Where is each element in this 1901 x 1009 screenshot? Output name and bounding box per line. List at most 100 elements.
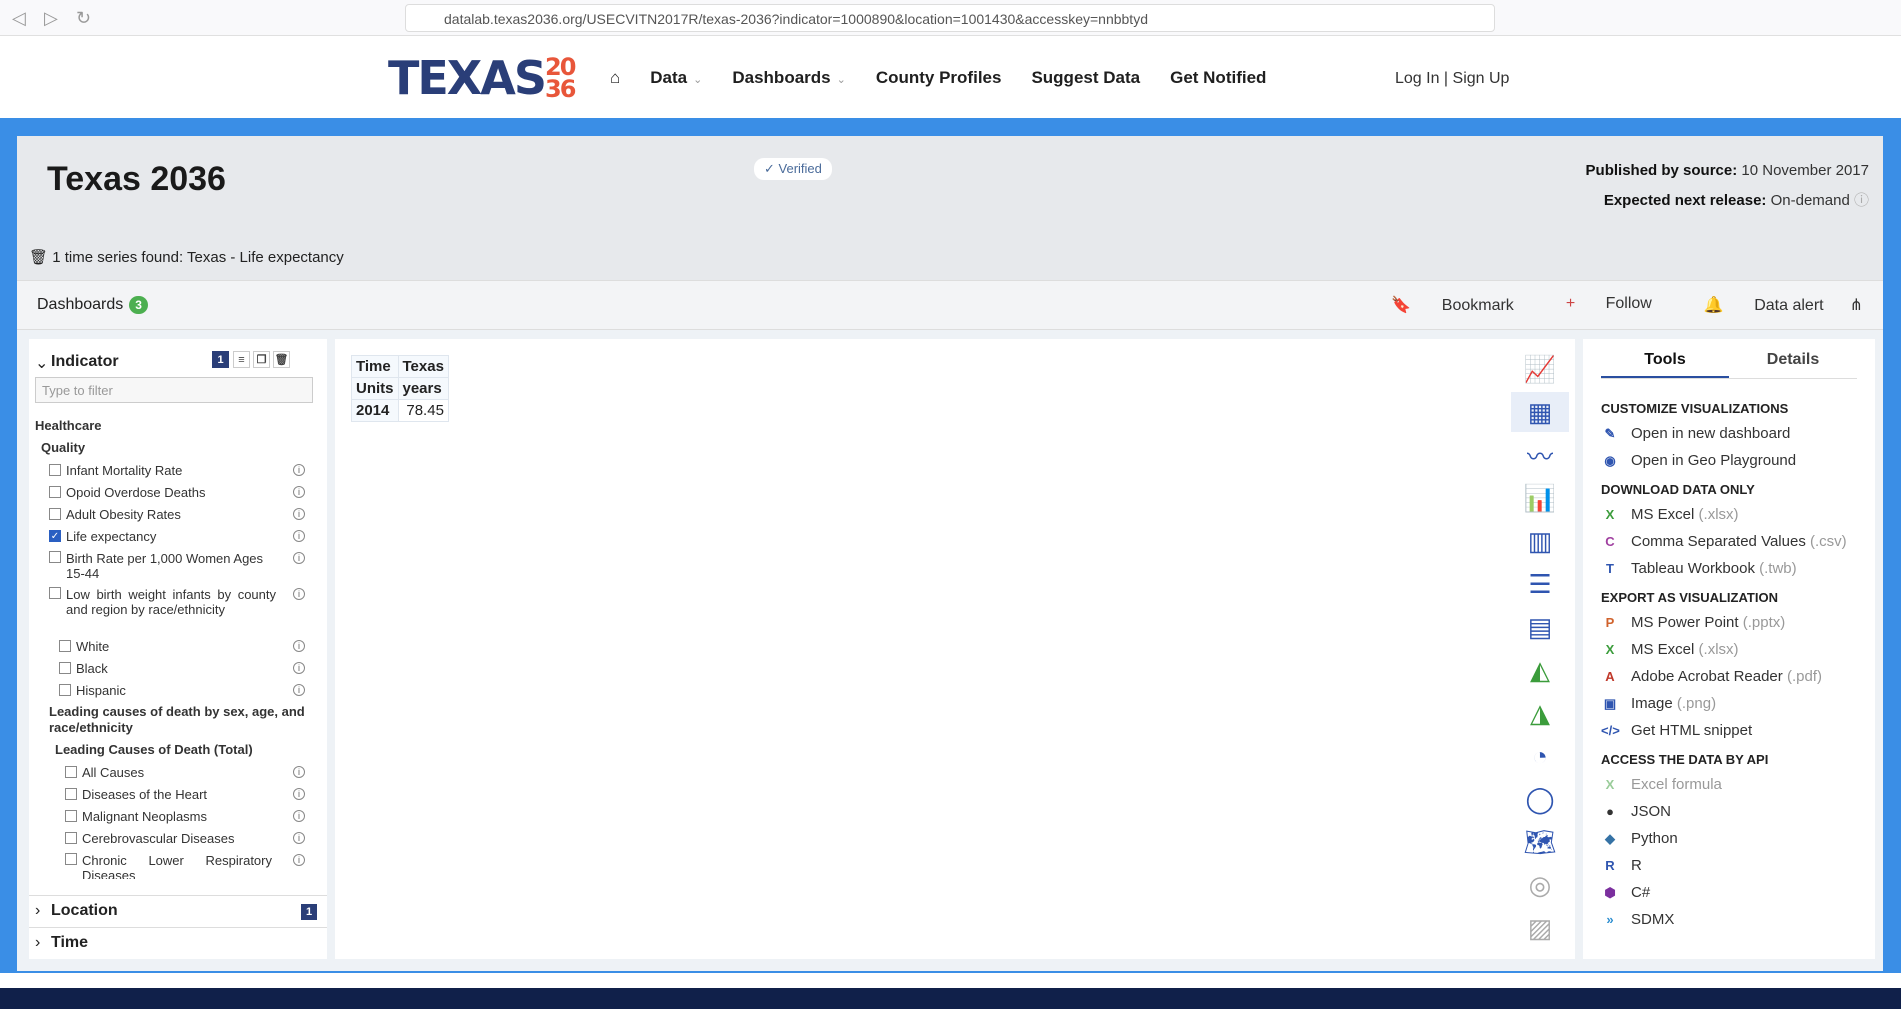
list-item[interactable]: All Causes i <box>35 761 305 783</box>
stacked-bar-icon[interactable]: ▤ <box>1511 607 1569 647</box>
copy-icon[interactable]: ❐ <box>253 351 270 368</box>
list-icon[interactable]: ≡ <box>233 351 250 368</box>
download-xlsx[interactable]: X MS Excel (.xlsx) <box>1601 501 1857 528</box>
donut-chart-icon[interactable]: ◯ <box>1511 779 1569 819</box>
series-found: 🗑 1 time series found: Texas - Life expe… <box>29 249 344 266</box>
list-item[interactable]: Adult Obesity Rates i <box>35 503 305 525</box>
logo[interactable]: TEXAS2036 <box>388 52 579 104</box>
bubble-chart-icon[interactable]: ◎ <box>1511 865 1569 905</box>
info-icon: ⓘ <box>1853 192 1869 209</box>
info-icon: i <box>293 588 305 600</box>
stacked-area-icon[interactable]: ◮ <box>1511 693 1569 733</box>
dashboard-icon: ✎ <box>1604 426 1616 441</box>
list-item[interactable]: Infant Mortality Rate i <box>35 459 305 481</box>
indicator-count: 1 <box>212 351 229 368</box>
share-icon[interactable]: ⋔ <box>1850 295 1863 315</box>
list-item[interactable]: Diseases of the Heart i <box>35 783 305 805</box>
nav-data[interactable]: Data ⌄ <box>650 68 702 88</box>
horizontal-bar-icon[interactable]: ☰ <box>1511 564 1569 604</box>
nav-get-notified[interactable]: Get Notified <box>1170 68 1266 88</box>
filter-input[interactable]: Type to filter <box>35 377 313 403</box>
follow-button[interactable]: + Follow <box>1540 295 1652 315</box>
area-chart-icon[interactable]: ◭ <box>1511 650 1569 690</box>
excel-icon: X <box>1605 777 1615 792</box>
dashboards-toggle[interactable]: Dashboards 3 <box>37 296 148 314</box>
data-view: Time Texas Units years 2014 78.45 📈 ▦ 〰 📊 ▥… <box>335 339 1575 959</box>
list-item[interactable]: Cerebrovascular Diseases i <box>35 827 305 849</box>
data-alert-button[interactable]: 🔔 Data alert <box>1678 295 1824 315</box>
back-icon[interactable]: ◁ <box>12 8 26 29</box>
bar-chart-icon[interactable]: 📊 <box>1511 478 1569 518</box>
login-signup[interactable]: Log In | Sign Up <box>1395 70 1509 88</box>
checkbox <box>65 853 77 865</box>
data-table: Time Texas Units years 2014 78.45 <box>351 355 449 422</box>
get-html-snippet[interactable]: </> Get HTML snippet <box>1601 717 1857 744</box>
section-export: EXPORT AS VISUALIZATION <box>1601 590 1778 605</box>
list-item[interactable]: Opoid Overdose Deaths i <box>35 481 305 503</box>
dashboards-count: 3 <box>129 296 148 314</box>
list-item[interactable]: Low birth weight infants by county and r… <box>35 583 305 635</box>
tab-tools[interactable]: Tools <box>1601 339 1729 378</box>
home-icon[interactable]: ⌂ <box>610 68 620 88</box>
download-twb[interactable]: T Tableau Workbook (.twb) <box>1601 555 1857 582</box>
list-item[interactable]: White i <box>35 635 305 657</box>
list-item-selected[interactable]: ✓ Life expectancy i <box>35 525 305 547</box>
list-item[interactable]: Malignant Neoplasms i <box>35 805 305 827</box>
nav-suggest-data[interactable]: Suggest Data <box>1031 68 1140 88</box>
table-icon[interactable]: ▦ <box>1511 392 1569 432</box>
export-pptx[interactable]: P MS Power Point (.pptx) <box>1601 609 1857 636</box>
line-chart-icon[interactable]: 📈 <box>1511 349 1569 389</box>
info-icon: i <box>293 486 305 498</box>
location-section[interactable]: › Location 1 <box>29 895 327 925</box>
main-panel: Texas 2036 ✓ Verified Published by sourc… <box>17 136 1883 971</box>
info-icon: i <box>293 662 305 674</box>
checkbox <box>49 486 61 498</box>
api-sdmx[interactable]: » SDMX <box>1601 906 1857 933</box>
download-csv[interactable]: C Comma Separated Values (.csv) <box>1601 528 1857 555</box>
export-pdf[interactable]: A Adobe Acrobat Reader (.pdf) <box>1601 663 1857 690</box>
time-section[interactable]: › Time <box>29 927 327 957</box>
indicator-tree: Healthcare Quality Infant Mortality Rate… <box>35 415 305 879</box>
treemap-icon[interactable]: ▨ <box>1511 908 1569 948</box>
tab-details[interactable]: Details <box>1729 339 1857 378</box>
export-xlsx[interactable]: X MS Excel (.xlsx) <box>1601 636 1857 663</box>
open-geo-playground[interactable]: ◉ Open in Geo Playground <box>1601 447 1857 474</box>
nav-county-profiles[interactable]: County Profiles <box>876 68 1002 88</box>
indicator-header[interactable]: ⌄ Indicator 1 ≡ ❐ 🗑 <box>29 339 327 377</box>
list-item[interactable]: Birth Rate per 1,000 Women Ages 15-44 i <box>35 547 305 583</box>
reload-icon[interactable]: ↻ <box>76 8 91 29</box>
tools-tabs: Tools Details <box>1601 339 1857 379</box>
group-healthcare: Healthcare <box>35 418 102 433</box>
forward-icon[interactable]: ▷ <box>44 8 58 29</box>
multi-line-chart-icon[interactable]: 〰 <box>1511 435 1569 475</box>
api-r[interactable]: RR <box>1601 852 1857 879</box>
pie-chart-icon[interactable]: ◔ <box>1511 736 1569 776</box>
checkbox <box>65 832 77 844</box>
bookmark-button[interactable]: 🔖 Bookmark <box>1365 295 1513 315</box>
dataset-header: Texas 2036 ✓ Verified Published by sourc… <box>17 136 1883 280</box>
map-icon[interactable]: 🗺 <box>1511 822 1569 862</box>
trash-icon[interactable]: 🗑 <box>273 351 290 368</box>
trash-icon: 🗑 <box>29 249 49 266</box>
api-csharp[interactable]: ⬢ C# <box>1601 879 1857 906</box>
open-new-dashboard[interactable]: ✎ Open in new dashboard <box>1601 420 1857 447</box>
list-item[interactable]: Black i <box>35 657 305 679</box>
tableau-icon: T <box>1606 561 1614 576</box>
url-bar[interactable]: datalab.texas2036.org/USECVITN2017R/texa… <box>405 4 1495 32</box>
map-pin-icon: ◉ <box>1604 453 1616 468</box>
info-icon: i <box>293 766 305 778</box>
excel-icon: X <box>1605 642 1615 657</box>
indicator-panel: ⌄ Indicator 1 ≡ ❐ 🗑 Type to filter Healt… <box>29 339 327 959</box>
nav-dashboards[interactable]: Dashboards ⌄ <box>732 68 845 88</box>
list-item[interactable]: Chronic Lower Respiratory Diseases i <box>35 849 305 879</box>
api-python[interactable]: ◆ Python <box>1601 825 1857 852</box>
api-json[interactable]: ● JSON <box>1601 798 1857 825</box>
info-icon: i <box>293 810 305 822</box>
location-count: 1 <box>301 904 317 920</box>
visualization-picker: 📈 ▦ 〰 📊 ▥ ☰ ▤ ◭ ◮ ◔ ◯ 🗺 ◎ ▨ <box>1511 349 1569 951</box>
api-excel-formula[interactable]: X Excel formula <box>1601 771 1857 798</box>
grouped-bar-icon[interactable]: ▥ <box>1511 521 1569 561</box>
checkbox <box>49 508 61 520</box>
export-png[interactable]: ▣ Image (.png) <box>1601 690 1857 717</box>
list-item[interactable]: Hispanic i <box>35 679 305 701</box>
